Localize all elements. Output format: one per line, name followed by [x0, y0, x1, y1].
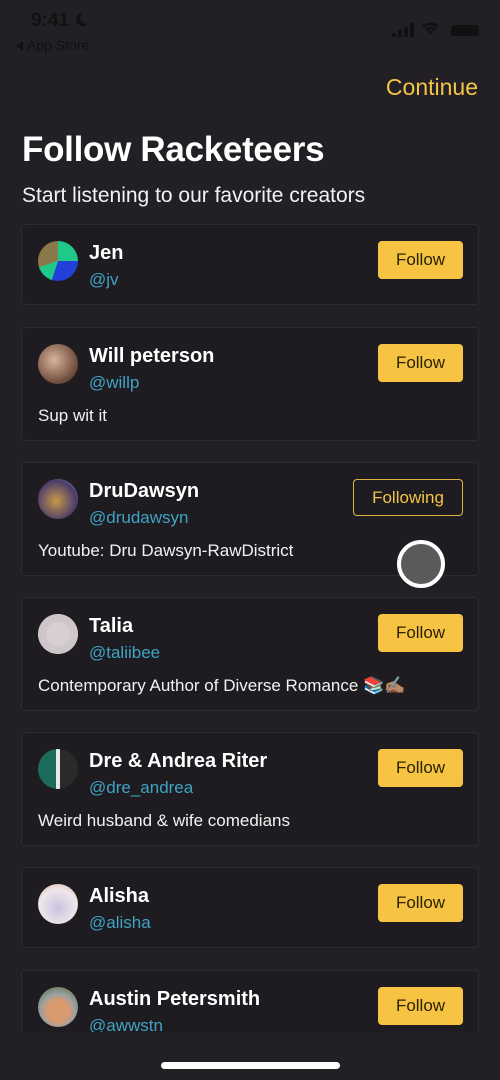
creator-handle: @willp	[89, 373, 140, 392]
back-arrow-icon	[16, 41, 23, 52]
avatar	[38, 479, 78, 519]
wifi-icon	[422, 22, 439, 35]
creator-bio: Sup wit it	[38, 406, 107, 425]
creator-name: DruDawsyn	[89, 480, 200, 502]
creator-name: Talia	[89, 615, 134, 637]
creator-handle: @taliibee	[89, 643, 161, 662]
creator-card: Will peterson @willp Sup wit it Follow	[21, 327, 479, 441]
signal-icon	[392, 23, 414, 37]
creator-name: Will peterson	[89, 345, 215, 367]
creator-handle: @awwstn	[89, 1016, 163, 1032]
creator-list[interactable]: Jen @jv Follow Will peterson @willp Sup …	[21, 224, 479, 1032]
creator-card: Alisha @alisha Follow	[21, 867, 479, 948]
creator-handle: @jv	[89, 270, 119, 289]
creator-card: Talia @taliibee Contemporary Author of D…	[21, 597, 479, 711]
battery-icon	[451, 25, 479, 36]
page-subtitle: Start listening to our favorite creators	[22, 184, 366, 207]
creator-card: Dre & Andrea Riter @dre_andrea Weird hus…	[21, 732, 479, 846]
continue-button[interactable]: Continue	[386, 74, 478, 101]
page-title: Follow Racketeers	[22, 130, 325, 169]
creator-bio: Youtube: Dru Dawsyn-RawDistrict	[38, 541, 294, 560]
follow-button[interactable]: Follow	[378, 241, 463, 279]
avatar	[38, 241, 78, 281]
follow-button[interactable]: Follow	[378, 344, 463, 382]
creator-name: Dre & Andrea Riter	[89, 750, 268, 772]
back-to-app-store-link[interactable]: App Store	[16, 37, 89, 53]
creator-card: Jen @jv Follow	[21, 224, 479, 305]
status-time: 9:41	[31, 10, 70, 31]
moon-icon	[76, 12, 89, 27]
creator-name: Austin Petersmith	[89, 988, 261, 1010]
creator-card: Austin Petersmith @awwstn Follow	[21, 970, 479, 1032]
status-bar: 9:41 App Store	[0, 0, 500, 60]
following-button[interactable]: Following	[353, 479, 463, 516]
avatar	[38, 987, 78, 1027]
follow-button[interactable]: Follow	[378, 749, 463, 787]
avatar	[38, 749, 78, 789]
avatar	[38, 884, 78, 924]
creator-bio: Weird husband & wife comedians	[38, 811, 290, 830]
home-indicator[interactable]	[161, 1062, 340, 1069]
avatar	[38, 344, 78, 384]
avatar	[38, 614, 78, 654]
follow-button[interactable]: Follow	[378, 614, 463, 652]
creator-name: Alisha	[89, 885, 150, 907]
back-app-label: App Store	[27, 37, 90, 53]
touch-indicator	[397, 540, 445, 588]
creator-name: Jen	[89, 242, 124, 264]
creator-handle: @drudawsyn	[89, 508, 189, 527]
creator-handle: @dre_andrea	[89, 778, 194, 797]
creator-bio: Contemporary Author of Diverse Romance 📚…	[38, 676, 406, 695]
follow-button[interactable]: Follow	[378, 987, 463, 1025]
follow-button[interactable]: Follow	[378, 884, 463, 922]
creator-handle: @alisha	[89, 913, 151, 932]
